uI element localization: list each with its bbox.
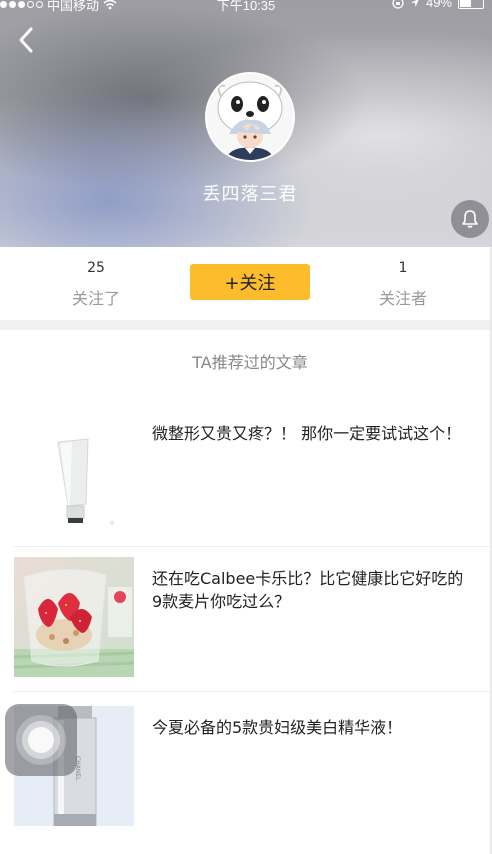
section-divider — [0, 320, 492, 330]
profile-stats: 25 关注了 +关注 1 关注者 — [0, 247, 492, 320]
follow-button[interactable]: +关注 — [190, 264, 310, 300]
username: 丢四落三君 — [202, 184, 298, 205]
followers-stat[interactable]: 1 关注者 — [343, 247, 463, 309]
strawberry-yogurt-cup-image — [14, 557, 134, 677]
article-item-1[interactable]: ◎ 微整形又贵又疼？！ 那你一定要试试这个！ — [0, 400, 492, 540]
battery-percent: 49% — [425, 0, 452, 10]
article-title: 还在吃Calbee卡乐比？比它健康比它好吃的9款麦片你吃过么？ — [152, 569, 464, 611]
article-title: 微整形又贵又疼？！ 那你一定要试试这个！ — [152, 424, 462, 443]
location-icon — [410, 0, 419, 7]
article-item-2[interactable]: 还在吃Calbee卡乐比？比它健康比它好吃的9款麦片你吃过么？ — [0, 545, 492, 685]
following-count: 25 — [87, 260, 105, 276]
notification-bell-button[interactable] — [451, 200, 489, 238]
section-title: TA推荐过的文章 — [192, 353, 308, 372]
back-button[interactable] — [10, 22, 42, 58]
article-divider — [14, 691, 492, 692]
avatar[interactable] — [205, 72, 295, 162]
status-right: 49% — [392, 0, 484, 10]
profile-header: 中国移动 下午10:35 49% 丢四落三君 — [0, 0, 492, 247]
following-label: 关注了 — [71, 289, 120, 308]
article-title: 今夏必备的5款贵妇级美白精华液！ — [152, 718, 403, 737]
article-thumbnail — [14, 557, 134, 677]
followers-label: 关注者 — [378, 289, 427, 308]
followers-count: 1 — [398, 260, 408, 276]
article-thumbnail: ◎ — [14, 412, 134, 532]
following-stat[interactable]: 25 关注了 — [36, 247, 156, 309]
chevron-left-icon — [19, 27, 33, 53]
status-bar: 中国移动 下午10:35 49% — [0, 0, 492, 14]
svg-text:◎: ◎ — [110, 520, 115, 526]
orientation-lock-icon — [392, 0, 404, 9]
assistive-touch-button[interactable] — [5, 704, 77, 776]
bell-icon — [462, 210, 478, 228]
battery-icon — [458, 0, 484, 9]
skincare-tube-image: ◎ — [14, 412, 134, 532]
avatar-image — [207, 74, 293, 160]
